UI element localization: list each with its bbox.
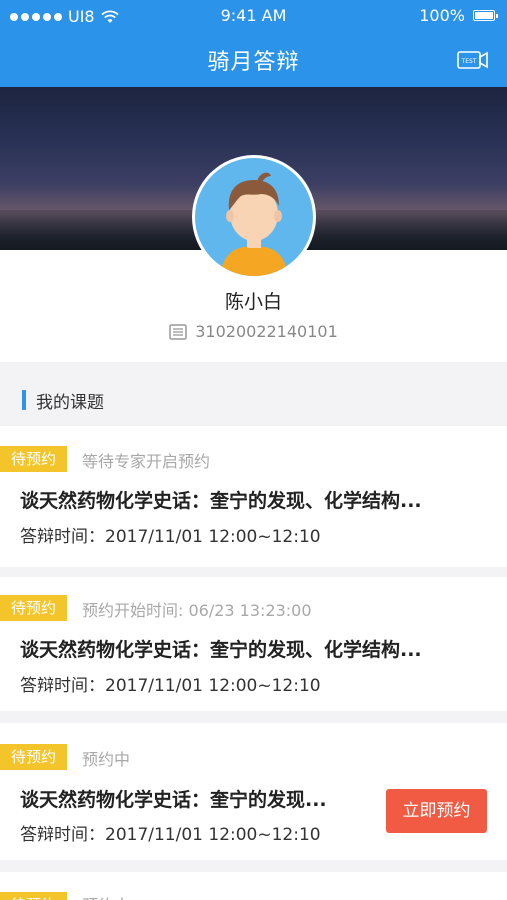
topic-status: 预约中 xyxy=(82,750,131,769)
test-camera-icon[interactable]: TEST xyxy=(457,49,489,71)
avatar-illustration xyxy=(195,158,313,276)
status-badge: 待预约 xyxy=(0,892,67,900)
book-now-button[interactable]: 立即预约 xyxy=(386,789,487,833)
defense-time: 答辩时间：2017/11/01 12:00~12:10 xyxy=(20,676,321,696)
topic-card[interactable]: 待预约 预约中 xyxy=(0,872,507,900)
nav-bar: 骑月答辩 TEST xyxy=(0,32,507,87)
battery-icon xyxy=(473,10,498,21)
topic-status: 等待专家开启预约 xyxy=(82,452,211,471)
topic-card[interactable]: 待预约 预约中 谈天然药物化学史话：奎宁的发现... 答辩时间：2017/11/… xyxy=(0,723,507,860)
topic-title: 谈天然药物化学史话：奎宁的发现、化学结构... xyxy=(20,639,422,661)
id-card-icon xyxy=(169,323,187,340)
page-title: 骑月答辩 xyxy=(207,50,300,75)
user-name: 陈小白 xyxy=(224,291,282,313)
section-title: 我的课题 xyxy=(36,392,104,413)
section-accent-bar xyxy=(22,390,26,410)
topic-title: 谈天然药物化学史话：奎宁的发现... xyxy=(20,789,327,811)
user-id: 31020022140101 xyxy=(195,322,338,341)
topic-title: 谈天然药物化学史话：奎宁的发现、化学结构... xyxy=(20,490,422,512)
section-header: 我的课题 xyxy=(0,374,507,426)
status-right: 100% xyxy=(419,6,498,25)
topic-status: 预约中 xyxy=(82,892,130,900)
status-badge: 待预约 xyxy=(0,446,67,472)
status-badge: 待预约 xyxy=(0,744,67,770)
battery-percent: 100% xyxy=(419,6,465,25)
topic-card[interactable]: 待预约 预约开始时间: 06/23 13:23:00 谈天然药物化学史话：奎宁的… xyxy=(0,577,507,711)
defense-time: 答辩时间：2017/11/01 12:00~12:10 xyxy=(20,825,321,845)
user-id-row: 31020022140101 xyxy=(0,322,507,341)
status-bar: UI8 9:41 AM 100% xyxy=(0,0,507,32)
topic-status: 预约开始时间: 06/23 13:23:00 xyxy=(82,601,312,620)
defense-time: 答辩时间：2017/11/01 12:00~12:10 xyxy=(20,527,321,547)
svg-text:TEST: TEST xyxy=(461,58,477,65)
topic-card[interactable]: 待预约 等待专家开启预约 谈天然药物化学史话：奎宁的发现、化学结构... 答辩时… xyxy=(0,426,507,567)
avatar[interactable] xyxy=(192,155,316,279)
status-badge: 待预约 xyxy=(0,595,67,621)
avatar-person-icon xyxy=(220,172,288,276)
